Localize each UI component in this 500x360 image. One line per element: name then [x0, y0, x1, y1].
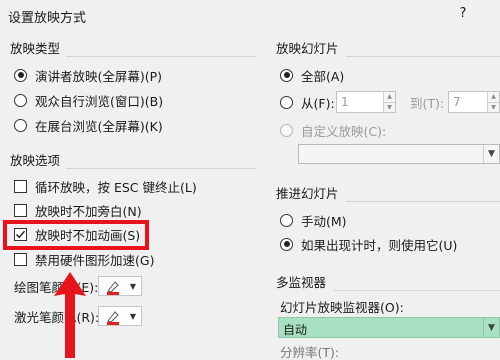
radio-audience[interactable]: 观众自行浏览(窗口)(B): [14, 90, 163, 110]
spin-down-icon[interactable]: ▼: [384, 102, 395, 112]
slideshow-monitor-value: 自动: [283, 323, 308, 337]
checkbox-no-narration[interactable]: 放映时不加旁白(N): [14, 200, 142, 220]
radio-presenter-label: 演讲者放映(全屏幕)(P): [35, 68, 163, 84]
monitors-title: 多监视器: [276, 275, 327, 290]
radio-manual-advance[interactable]: 手动(M): [280, 210, 347, 230]
radio-manual-label: 手动(M): [301, 213, 347, 229]
group-divider: [66, 56, 256, 57]
group-divider: [334, 290, 500, 291]
checkbox-loop-label: 循环放映，按 ESC 键终止(L): [35, 179, 197, 195]
radio-custom-show-label: 自定义放映(C):: [301, 123, 387, 139]
radio-use-timings[interactable]: 如果出现计时，则使用它(U): [280, 234, 457, 254]
chevron-down-icon: ▼: [129, 282, 136, 291]
from-slide-spinner[interactable]: 1 ▲ ▼: [336, 91, 396, 113]
slideshow-monitor-select[interactable]: 自动 ▼: [278, 317, 500, 338]
group-divider: [346, 56, 500, 57]
chevron-down-icon: ▼: [483, 145, 499, 163]
radio-from-label: 从(F):: [301, 95, 335, 111]
chevron-down-icon: ▼: [483, 318, 499, 337]
checkbox-loop[interactable]: 循环放映，按 ESC 键终止(L): [14, 176, 197, 196]
radio-kiosk[interactable]: 在展台浏览(全屏幕)(K): [14, 115, 163, 135]
radio-presenter[interactable]: 演讲者放映(全屏幕)(P): [14, 65, 162, 85]
custom-show-select[interactable]: ▼: [298, 144, 500, 164]
checkbox-icon[interactable]: [14, 179, 27, 193]
checkbox-disable-hw-accel-label: 禁用硬件图形加速(G): [35, 252, 155, 268]
spin-up-icon[interactable]: ▲: [488, 92, 499, 103]
laser-color-icon: [107, 311, 119, 325]
help-button[interactable]: ?: [456, 6, 470, 24]
dialog-title-bar: 设置放映方式 ?: [0, 0, 500, 30]
radio-icon[interactable]: [280, 123, 293, 137]
to-slide-row: 到(T):: [410, 92, 444, 112]
radio-audience-label: 观众自行浏览(窗口)(B): [35, 93, 164, 109]
to-slide-spinner[interactable]: 7 ▲ ▼: [448, 91, 500, 113]
group-divider: [66, 168, 256, 169]
show-type-title: 放映类型: [10, 41, 61, 56]
radio-icon[interactable]: [14, 118, 27, 132]
checkbox-icon[interactable]: [14, 252, 27, 266]
to-slide-label: 到(T):: [410, 95, 445, 111]
spin-up-icon[interactable]: ▲: [384, 92, 395, 103]
radio-custom-show[interactable]: 自定义放映(C):: [280, 120, 386, 140]
radio-all-slides[interactable]: 全部(A): [280, 65, 344, 85]
radio-icon[interactable]: [14, 93, 27, 107]
pen-color-button[interactable]: ▼: [98, 276, 142, 296]
highlight-box: [3, 220, 149, 250]
spin-down-icon[interactable]: ▼: [488, 102, 499, 112]
radio-from-slides[interactable]: 从(F):: [280, 92, 335, 112]
from-slide-value: 1: [341, 95, 349, 109]
to-slide-value: 7: [453, 95, 461, 109]
radio-icon[interactable]: [280, 95, 293, 109]
resolution-label: 分辨率(T):: [280, 344, 340, 360]
radio-icon[interactable]: [14, 68, 27, 82]
dialog-title: 设置放映方式: [8, 11, 87, 26]
group-divider: [346, 201, 500, 202]
radio-icon[interactable]: [280, 68, 293, 82]
radio-use-timings-label: 如果出现计时，则使用它(U): [301, 237, 458, 253]
monitor-label-row: 幻灯片放映监视器(O):: [280, 296, 404, 316]
radio-kiosk-label: 在展台浏览(全屏幕)(K): [35, 118, 163, 134]
radio-icon[interactable]: [280, 237, 293, 251]
radio-icon[interactable]: [280, 213, 293, 227]
show-slides-title: 放映幻灯片: [276, 41, 339, 56]
checkbox-no-narration-label: 放映时不加旁白(N): [35, 203, 142, 219]
slideshow-monitor-label: 幻灯片放映监视器(O):: [280, 299, 404, 315]
checkbox-icon[interactable]: [14, 203, 27, 217]
show-options-title: 放映选项: [10, 153, 61, 168]
resolution-row: 分辨率(T):: [280, 341, 339, 360]
chevron-down-icon: ▼: [129, 312, 136, 321]
radio-all-slides-label: 全部(A): [301, 68, 345, 84]
red-arrow-annotation: [54, 272, 86, 358]
checkbox-disable-hw-accel[interactable]: 禁用硬件图形加速(G): [14, 249, 154, 269]
pen-color-icon: [107, 281, 119, 295]
laser-color-button[interactable]: ▼: [98, 306, 142, 326]
advance-slides-title: 推进幻灯片: [276, 186, 339, 201]
